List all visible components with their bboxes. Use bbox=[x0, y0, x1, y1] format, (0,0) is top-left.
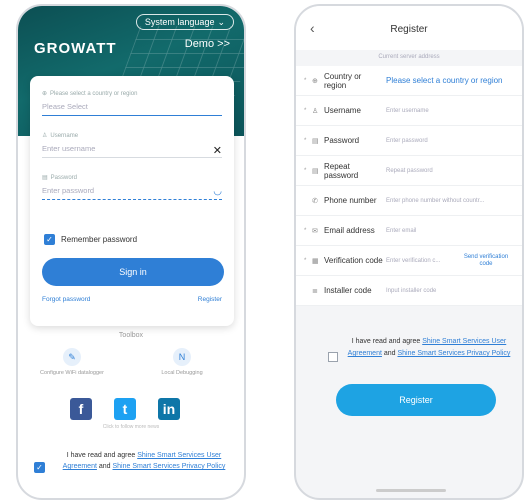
form-row[interactable]: * ♙ Username Enter username bbox=[296, 96, 522, 126]
field-input[interactable]: Enter phone number without countr... bbox=[386, 198, 484, 204]
language-label: System language bbox=[144, 17, 215, 27]
agree-checkbox[interactable]: ✓ bbox=[34, 462, 45, 473]
page-title: Register bbox=[390, 24, 428, 35]
form-row[interactable]: * ▤ Repeat password Repeat password bbox=[296, 156, 522, 186]
field-input[interactable]: Input installer code bbox=[386, 288, 436, 294]
clear-icon[interactable]: ✕ bbox=[213, 144, 222, 157]
globe-icon: ⊕ bbox=[312, 77, 318, 85]
forgot-password-link[interactable]: Forgot password bbox=[42, 296, 90, 303]
field-label: Country or region bbox=[324, 71, 362, 90]
send-code-button[interactable]: Send verification code bbox=[460, 254, 512, 268]
register-header: ‹ Register bbox=[296, 6, 522, 50]
server-address: Current server address bbox=[378, 54, 440, 60]
sign-in-button[interactable]: Sign in bbox=[42, 258, 224, 286]
remember-password[interactable]: ✓ Remember password bbox=[44, 234, 137, 245]
configure-wifi-tool[interactable]: ✎ Configure WiFi datalogger bbox=[32, 348, 112, 376]
field-input[interactable]: Enter password bbox=[386, 138, 428, 144]
field-input[interactable]: Enter email bbox=[386, 228, 416, 234]
privacy-policy-link[interactable]: Shine Smart Services Privacy Policy bbox=[398, 350, 511, 357]
required-marker: * bbox=[304, 167, 307, 174]
globe-icon: ⊕ bbox=[42, 91, 48, 97]
login-screen: System language ⌄ GROWATT Demo >> ⊕ Plea… bbox=[16, 4, 246, 500]
required-marker: * bbox=[304, 137, 307, 144]
form-row[interactable]: * ✉ Email address Enter email bbox=[296, 216, 522, 246]
register-form: * ⊕ Country or region Please select a count… bbox=[296, 66, 522, 306]
shield-icon: ▦ bbox=[312, 257, 319, 265]
checkbox-checked-icon[interactable]: ✓ bbox=[44, 234, 55, 245]
password-label: ▤ Password bbox=[42, 174, 78, 182]
region-label: ⊕ Please select a country or region bbox=[42, 90, 138, 98]
required-marker: * bbox=[304, 257, 307, 264]
agreement-text: I have read and agree Shine Smart Servic… bbox=[62, 452, 226, 470]
field-label: Password bbox=[324, 136, 360, 145]
form-row[interactable]: ≣ Installer code Input installer code bbox=[296, 276, 522, 306]
field-label: Username bbox=[324, 106, 361, 115]
field-label: Email address bbox=[324, 226, 375, 235]
field-input[interactable]: Please select a country or region bbox=[386, 76, 516, 85]
login-card: ⊕ Please select a country or region Plea… bbox=[30, 76, 234, 326]
region-select[interactable]: Please Select bbox=[42, 102, 222, 116]
lock-icon: ▤ bbox=[42, 175, 48, 181]
agreement-text: I have read and agree Shine Smart Servic… bbox=[347, 338, 511, 357]
language-selector[interactable]: System language ⌄ bbox=[135, 14, 234, 30]
mail-icon: ✉ bbox=[312, 227, 318, 235]
agree-checkbox[interactable] bbox=[328, 352, 338, 362]
local-debugging-tool[interactable]: N Local Debugging bbox=[142, 348, 222, 376]
eye-icon[interactable]: ◡ bbox=[213, 186, 222, 197]
privacy-policy-link[interactable]: Shine Smart Services Privacy Policy bbox=[113, 463, 226, 470]
password-input[interactable]: Enter password bbox=[42, 186, 222, 200]
field-label: Installer code bbox=[324, 286, 372, 295]
list-icon: ≣ bbox=[312, 287, 318, 295]
lock-icon: ▤ bbox=[312, 137, 319, 145]
chevron-down-icon: ⌄ bbox=[217, 17, 225, 27]
twitter-icon[interactable]: t bbox=[114, 398, 136, 420]
debug-icon: N bbox=[173, 348, 191, 366]
field-input[interactable]: Enter verification c... bbox=[386, 258, 440, 264]
form-row[interactable]: * ▤ Password Enter password bbox=[296, 126, 522, 156]
form-row[interactable]: ✆ Phone number Enter phone number without … bbox=[296, 186, 522, 216]
required-marker: * bbox=[304, 227, 307, 234]
field-label: Verification code bbox=[324, 256, 383, 265]
field-label: Phone number bbox=[324, 196, 377, 205]
register-link[interactable]: Register bbox=[198, 296, 222, 303]
toolbox-heading: Toolbox bbox=[118, 332, 144, 339]
phone-icon: ✆ bbox=[312, 197, 318, 205]
username-label: ♙ Username bbox=[42, 132, 79, 140]
follow-text: Click to follow more news bbox=[102, 424, 160, 430]
form-row[interactable]: * ⊕ Country or region Please select a count… bbox=[296, 66, 522, 96]
user-icon: ♙ bbox=[312, 107, 319, 115]
register-button[interactable]: Register bbox=[336, 384, 496, 416]
username-input[interactable]: Enter username bbox=[42, 144, 222, 158]
register-screen: ‹ Register Current server address * ⊕ Coun… bbox=[294, 4, 524, 500]
field-input[interactable]: Enter username bbox=[386, 108, 429, 114]
growatt-logo: GROWATT bbox=[34, 40, 117, 57]
required-marker: * bbox=[304, 107, 307, 114]
form-row[interactable]: * ▦ Verification code Enter verification c.… bbox=[296, 246, 522, 276]
facebook-icon[interactable]: f bbox=[70, 398, 92, 420]
home-indicator bbox=[376, 489, 446, 492]
linkedin-icon[interactable]: in bbox=[158, 398, 180, 420]
field-label: Repeat password bbox=[324, 161, 359, 180]
demo-link[interactable]: Demo >> bbox=[185, 38, 230, 50]
wrench-icon: ✎ bbox=[63, 348, 81, 366]
lock-icon: ▤ bbox=[312, 167, 319, 175]
user-icon: ♙ bbox=[42, 133, 48, 139]
required-marker: * bbox=[304, 77, 307, 84]
field-input[interactable]: Repeat password bbox=[386, 168, 433, 174]
